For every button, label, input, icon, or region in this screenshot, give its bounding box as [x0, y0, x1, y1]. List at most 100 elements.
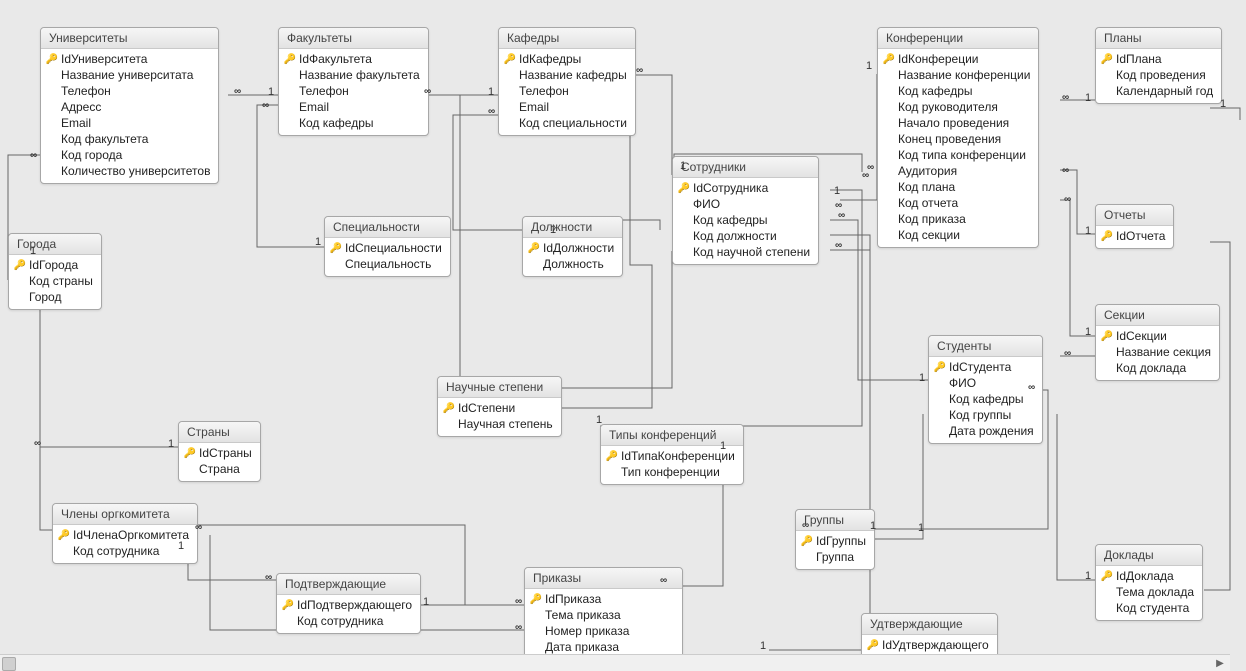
primary-key-field[interactable]: 🔑IdКонфереции: [878, 51, 1038, 67]
primary-key-field[interactable]: 🔑IdЧленаОргкомитета: [53, 527, 197, 543]
table-reports[interactable]: Отчеты 🔑IdОтчета: [1095, 204, 1174, 249]
table-students[interactable]: Студенты🔑IdСтудентаФИОКод кафедрыКод гру…: [928, 335, 1043, 444]
primary-key-field[interactable]: 🔑IdОтчета: [1096, 228, 1173, 244]
table-title[interactable]: Кафедры: [499, 28, 635, 49]
table-title[interactable]: Типы конференций: [601, 425, 743, 446]
field[interactable]: Код страны: [9, 273, 101, 289]
table-committee[interactable]: Члены оргкомитета🔑IdЧленаОргкомитетаКод …: [52, 503, 198, 564]
primary-key-field[interactable]: 🔑IdПриказа: [525, 591, 682, 607]
primary-key-field[interactable]: 🔑IdГруппы: [796, 533, 874, 549]
field[interactable]: Код факультета: [41, 131, 218, 147]
table-title[interactable]: Факультеты: [279, 28, 428, 49]
field[interactable]: Название университата: [41, 67, 218, 83]
field[interactable]: Конец проведения: [878, 131, 1038, 147]
table-title[interactable]: Удтверждающие: [862, 614, 997, 635]
field[interactable]: Тема приказа: [525, 607, 682, 623]
primary-key-field[interactable]: 🔑IdГорода: [9, 257, 101, 273]
table-universities[interactable]: Университеты 🔑IdУниверситетаНазвание унив…: [40, 27, 219, 184]
field[interactable]: Код кафедры: [673, 212, 818, 228]
field[interactable]: Код студента: [1096, 600, 1202, 616]
field[interactable]: Название кафедры: [499, 67, 635, 83]
primary-key-field[interactable]: 🔑IdСекции: [1096, 328, 1219, 344]
field[interactable]: Количество университетов: [41, 163, 218, 179]
field[interactable]: Код отчета: [878, 195, 1038, 211]
table-degrees[interactable]: Научные степени🔑IdСтепениНаучная степень: [437, 376, 562, 437]
field[interactable]: Код научной степени: [673, 244, 818, 260]
field[interactable]: Email: [279, 99, 428, 115]
table-title[interactable]: Специальности: [325, 217, 450, 238]
field[interactable]: Код секции: [878, 227, 1038, 243]
table-papers[interactable]: Доклады 🔑IdДокладаТема докладаКод студент…: [1095, 544, 1203, 621]
field[interactable]: Код проведения: [1096, 67, 1221, 83]
table-title[interactable]: Подтверждающие: [277, 574, 420, 595]
field[interactable]: Аудитория: [878, 163, 1038, 179]
field[interactable]: Email: [499, 99, 635, 115]
field[interactable]: Код специальности: [499, 115, 635, 131]
field[interactable]: Название факультета: [279, 67, 428, 83]
table-title[interactable]: Секции: [1096, 305, 1219, 326]
scrollbar-right-arrow[interactable]: ▶: [1212, 655, 1228, 671]
field[interactable]: Страна: [179, 461, 260, 477]
primary-key-field[interactable]: 🔑IdСпециальности: [325, 240, 450, 256]
field[interactable]: Тема доклада: [1096, 584, 1202, 600]
table-specialties[interactable]: Специальности🔑IdСпециальностиСпециальнос…: [324, 216, 451, 277]
primary-key-field[interactable]: 🔑IdУниверситета: [41, 51, 218, 67]
field[interactable]: Название конференции: [878, 67, 1038, 83]
primary-key-field[interactable]: 🔑IdПодтверждающего: [277, 597, 420, 613]
field[interactable]: Адресс: [41, 99, 218, 115]
primary-key-field[interactable]: 🔑IdСтраны: [179, 445, 260, 461]
field[interactable]: Код сотрудника: [277, 613, 420, 629]
field[interactable]: Код доклада: [1096, 360, 1219, 376]
table-title[interactable]: Страны: [179, 422, 260, 443]
field[interactable]: Телефон: [41, 83, 218, 99]
table-conferences[interactable]: Конференции 🔑IdКонферецииНазвание конфере…: [877, 27, 1039, 248]
table-cities[interactable]: Города🔑IdГородаКод страныГород: [8, 233, 102, 310]
field[interactable]: Код кафедры: [878, 83, 1038, 99]
primary-key-field[interactable]: 🔑IdСтудента: [929, 359, 1042, 375]
table-title[interactable]: Доклады: [1096, 545, 1202, 566]
table-title[interactable]: Отчеты: [1096, 205, 1173, 226]
field[interactable]: Код руководителя: [878, 99, 1038, 115]
table-title[interactable]: Конференции: [878, 28, 1038, 49]
table-title[interactable]: Приказы: [525, 568, 682, 589]
field[interactable]: Название секция: [1096, 344, 1219, 360]
primary-key-field[interactable]: 🔑IdУдтверждающего: [862, 637, 997, 653]
primary-key-field[interactable]: 🔑IdДолжности: [523, 240, 622, 256]
table-positions[interactable]: Должности 🔑IdДолжностиДолжность: [522, 216, 623, 277]
table-title[interactable]: Города: [9, 234, 101, 255]
table-conftypes[interactable]: Типы конференций 🔑IdТипаКонференцииТип ко…: [600, 424, 744, 485]
field[interactable]: Код приказа: [878, 211, 1038, 227]
field[interactable]: Телефон: [279, 83, 428, 99]
field[interactable]: Код группы: [929, 407, 1042, 423]
primary-key-field[interactable]: 🔑IdКафедры: [499, 51, 635, 67]
table-title[interactable]: Должности: [523, 217, 622, 238]
table-employees[interactable]: Сотрудники🔑IdСотрудникаФИОКод кафедрыКод…: [672, 156, 819, 265]
field[interactable]: ФИО: [673, 196, 818, 212]
primary-key-field[interactable]: 🔑IdТипаКонференции: [601, 448, 743, 464]
field[interactable]: Код кафедры: [279, 115, 428, 131]
field[interactable]: Телефон: [499, 83, 635, 99]
table-departments[interactable]: Кафедры 🔑IdКафедрыНазвание кафедрыТелефон…: [498, 27, 636, 136]
field[interactable]: Код кафедры: [929, 391, 1042, 407]
primary-key-field[interactable]: 🔑IdСотрудника: [673, 180, 818, 196]
table-title[interactable]: Научные степени: [438, 377, 561, 398]
primary-key-field[interactable]: 🔑IdПлана: [1096, 51, 1221, 67]
table-sections[interactable]: Секции 🔑IdСекцииНазвание секцияКод доклад…: [1095, 304, 1220, 381]
table-title[interactable]: Группы: [796, 510, 874, 531]
table-title[interactable]: Университеты: [41, 28, 218, 49]
horizontal-scrollbar[interactable]: ▶: [0, 654, 1230, 671]
field[interactable]: Должность: [523, 256, 622, 272]
field[interactable]: Научная степень: [438, 416, 561, 432]
field[interactable]: Код города: [41, 147, 218, 163]
field[interactable]: Дата приказа: [525, 639, 682, 655]
field[interactable]: Тип конференции: [601, 464, 743, 480]
field[interactable]: Календарный год: [1096, 83, 1221, 99]
table-plans[interactable]: Планы 🔑IdПланаКод проведенияКалендарный г…: [1095, 27, 1222, 104]
primary-key-field[interactable]: 🔑IdДоклада: [1096, 568, 1202, 584]
table-title[interactable]: Планы: [1096, 28, 1221, 49]
field[interactable]: Начало проведения: [878, 115, 1038, 131]
primary-key-field[interactable]: 🔑IdФакультета: [279, 51, 428, 67]
field[interactable]: Код типа конференции: [878, 147, 1038, 163]
table-title[interactable]: Студенты: [929, 336, 1042, 357]
field[interactable]: Дата рождения: [929, 423, 1042, 439]
